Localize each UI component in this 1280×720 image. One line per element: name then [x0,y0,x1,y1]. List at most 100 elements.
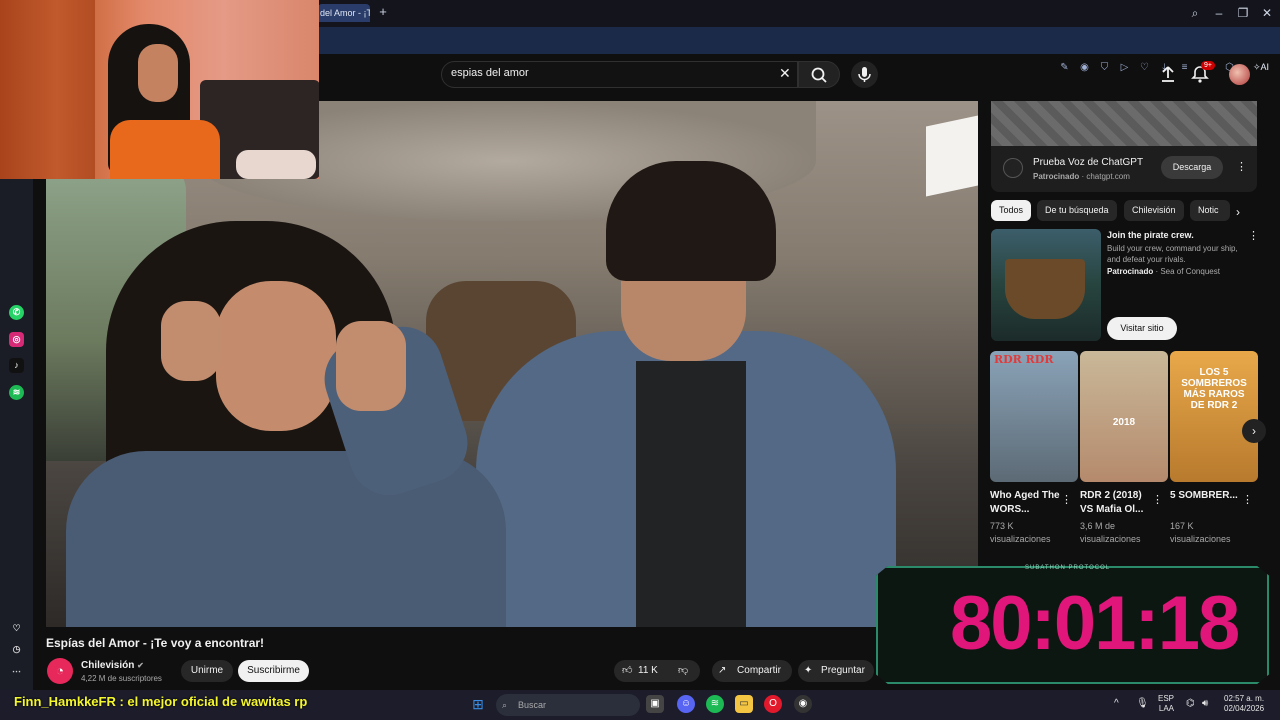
camera-icon[interactable]: ◉ [1078,61,1091,74]
shield-icon[interactable]: ⛉ [1098,61,1111,74]
mic-icon [858,67,871,82]
thumbnail-text: LOS 5 SOMBREROS MÁS RAROS DE RDR 2 [1181,367,1247,411]
lang-top: ESP [1158,694,1175,703]
channel-name-label: Chilevisión [81,660,135,671]
webcam-streamer-face [138,44,178,102]
video-scene-man-shirt [636,361,746,627]
play-icon[interactable]: ▷ [1118,61,1131,74]
browser-search-icon[interactable]: ⌕ [1186,5,1204,21]
shelf-more-icon[interactable]: ⋮ [1061,495,1072,506]
game-ad-title[interactable]: Join the pirate crew. [1107,230,1194,240]
voice-search-button[interactable] [851,61,878,88]
channel-name[interactable]: Chilevisión ✔ [81,660,144,671]
visit-site-button[interactable]: Visitar sitio [1107,317,1177,340]
chip-chilevision[interactable]: Chilevisión [1124,200,1184,221]
avatar[interactable] [1229,64,1250,85]
thumbnail-text: 2018 [1112,417,1136,428]
ask-label: Preguntar [821,665,865,676]
tiktok-icon[interactable]: ♪ [9,358,24,373]
search-button[interactable] [798,61,840,88]
language-indicator[interactable]: ESP LAA [1158,694,1174,714]
sparkle-icon: ✦ [804,665,813,676]
chip-news[interactable]: Notic [1190,200,1230,221]
taskbar-search[interactable]: ⌕ Buscar [496,694,640,716]
chat-message: Finn_HamkkeFR : el mejor oficial de wawi… [14,694,308,709]
chip-from-search[interactable]: De tu búsqueda [1037,200,1117,221]
ad-domain: chatgpt.com [1086,172,1130,181]
notifications-button[interactable]: 9+ [1190,61,1215,86]
chip-all[interactable]: Todos [991,200,1032,221]
shelf-video-title[interactable]: RDR 2 (2018) VS Mafia Ol... [1080,489,1150,517]
like-button[interactable]: 👍︎ 11 K 👎︎ [614,660,700,682]
chevron-right-icon[interactable]: › [1236,205,1240,219]
subscriber-count: 4,22 M de suscriptores [81,674,162,683]
upload-button[interactable] [1158,64,1178,84]
ai-icon: ✧ [1253,62,1261,72]
share-button[interactable]: ↗ Compartir [712,660,792,682]
maximize-button[interactable]: ❐ [1234,5,1252,21]
channel-avatar[interactable]: ◔ [47,658,73,684]
game-ad-advertiser: Sea of Conquest [1160,267,1220,276]
game-ad-thumbnail[interactable] [991,229,1101,341]
whatsapp-icon[interactable]: ✆ [9,305,24,320]
browser-tab[interactable]: del Amor - ¡T [318,4,370,22]
webcam-pillow [236,150,316,179]
game-ad-more-icon[interactable]: ⋮ [1248,231,1259,242]
edit-icon[interactable]: ✎ [1058,61,1071,74]
clock[interactable]: 02:57 a. m. 02/04/2026 [1224,694,1264,714]
heart-icon[interactable]: ♡ [1138,61,1151,74]
network-icon[interactable]: ⌬ [1186,699,1195,709]
subscribe-button[interactable]: Suscribirme [238,660,309,682]
shelf-more-icon[interactable]: ⋮ [1152,495,1163,506]
like-count: 11 K [638,665,658,676]
ad-more-icon[interactable]: ⋮ [1236,162,1247,173]
shelf-view-count: 773 K visualizaciones [990,521,1051,544]
ai-label: AI [1260,62,1270,72]
notifications-badge: 9+ [1201,61,1215,70]
join-button[interactable]: Unirme [181,660,233,682]
webcam-streamer-shirt [110,120,220,179]
pirate-ship-image [1005,259,1085,319]
spotify-icon[interactable]: ≋ [9,385,24,400]
video-thumbnail[interactable]: LOS 5 SOMBREROS MÁS RAROS DE RDR 2 [1170,351,1258,482]
clock-date: 02/04/2026 [1224,704,1265,713]
close-window-button[interactable]: ✕ [1258,5,1276,21]
more-icon[interactable]: ⋯ [9,664,24,679]
video-player[interactable] [46,101,978,627]
video-thumbnail[interactable]: RDR RDR [990,351,1078,482]
volume-icon[interactable]: 🔊︎ [1202,699,1208,709]
opera-icon[interactable]: O [764,695,782,713]
search-query[interactable]: espias del amor [451,67,529,79]
discord-icon[interactable]: ☺ [677,695,695,713]
clear-search-icon[interactable]: ✕ [779,65,791,82]
download-button[interactable]: Descarga [1161,156,1223,179]
lang-bottom: LAA [1158,704,1175,713]
heart-sidebar-icon[interactable]: ♡ [9,621,24,636]
instagram-icon[interactable]: ◎ [9,332,24,347]
spotify-taskbar-icon[interactable]: ≋ [706,695,724,713]
video-scene-woman-face [216,281,336,431]
mic-tray-icon[interactable]: 🎙︎ [1136,699,1149,709]
ask-button[interactable]: ✦ Preguntar [798,660,874,682]
ad-title[interactable]: Prueba Voz de ChatGPT [1033,157,1143,168]
taskview-icon[interactable]: ▣ [646,695,664,713]
thumbs-down-icon[interactable]: 👎︎ [678,660,688,682]
taskbar-search-placeholder: Buscar [518,700,547,710]
ai-button[interactable]: ✧AI [1253,60,1277,75]
shelf-video-title[interactable]: Who Aged The WORS... [990,489,1060,517]
timer-label: SUBATHON PROTOCOL [1025,565,1111,571]
video-scene-man-hair [606,161,776,281]
history-icon[interactable]: ◷ [9,642,24,657]
minimize-button[interactable]: – [1210,5,1228,21]
ad-banner[interactable] [991,101,1257,146]
obs-icon[interactable]: ◉ [794,695,812,713]
shelf-more-icon[interactable]: ⋮ [1242,495,1253,506]
shelf-next-button[interactable]: › [1242,419,1266,443]
upload-icon [1162,66,1174,82]
shelf-video-title[interactable]: 5 SOMBRER... [1170,489,1240,503]
new-tab-button[interactable]: + [376,5,390,19]
windows-start-icon[interactable]: ⊞ [469,695,487,713]
video-thumbnail[interactable]: 2018 [1080,351,1168,482]
folder-icon[interactable]: ▭ [735,695,753,713]
tray-chevron-icon[interactable]: ^ [1114,699,1119,709]
